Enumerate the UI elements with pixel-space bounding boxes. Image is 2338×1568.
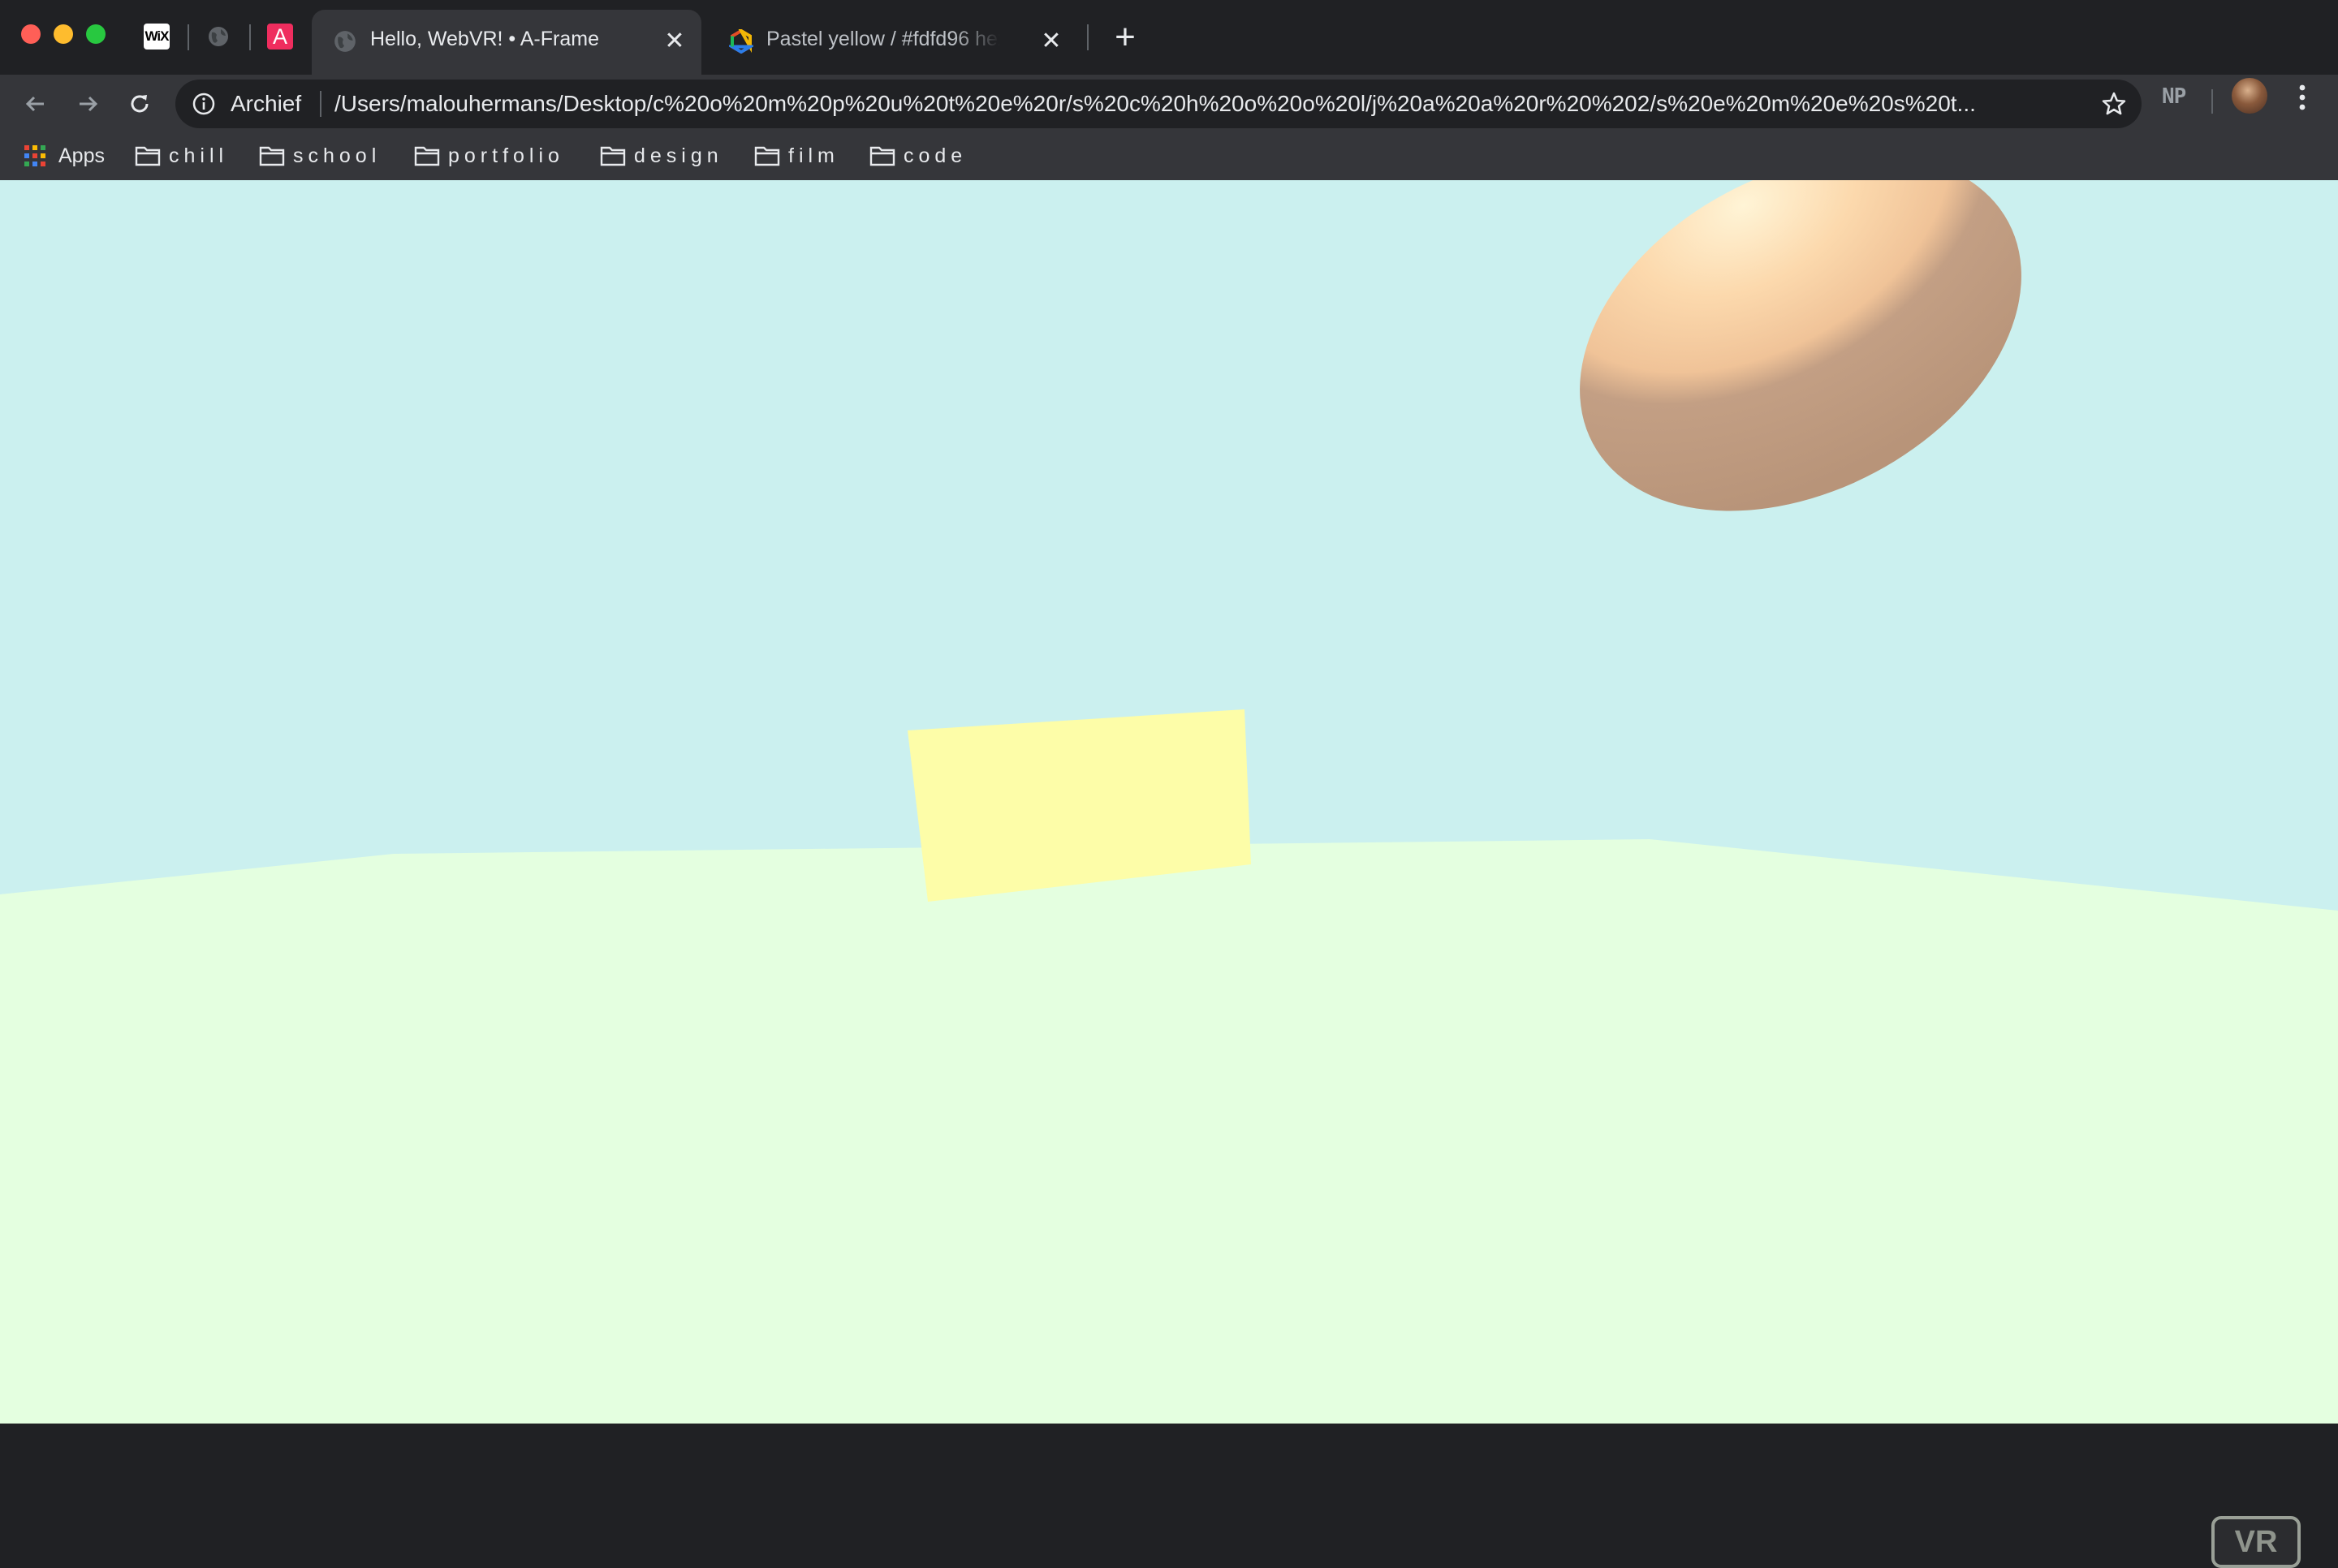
arrow-right-icon bbox=[80, 96, 98, 112]
tab-divider bbox=[188, 24, 189, 50]
bookmark-folder-film[interactable]: film bbox=[754, 140, 839, 172]
new-tab-button[interactable]: + bbox=[1109, 19, 1141, 55]
tab-divider bbox=[249, 24, 251, 50]
bookmark-folder-code[interactable]: code bbox=[869, 140, 967, 172]
pinned-tab-wix[interactable]: WiX bbox=[144, 24, 170, 50]
folder-icon bbox=[414, 146, 440, 166]
np-extension-icon[interactable]: NP bbox=[2162, 84, 2186, 109]
bookmarks-bar: Apps chill school portfolio design film … bbox=[0, 133, 2338, 180]
avatar[interactable] bbox=[2232, 78, 2267, 114]
folder-icon bbox=[600, 146, 626, 166]
folder-icon bbox=[259, 146, 285, 166]
url-text[interactable]: /Users/malouhermans/Desktop/c%20o%20m%20… bbox=[334, 91, 2078, 117]
bookmark-folder-design[interactable]: design bbox=[600, 140, 723, 172]
wix-icon: WiX bbox=[145, 28, 170, 44]
window-maximize-button[interactable] bbox=[86, 24, 106, 44]
tab-close-button[interactable]: ✕ bbox=[661, 28, 688, 55]
globe-icon bbox=[334, 31, 356, 52]
forward-button[interactable] bbox=[70, 86, 106, 122]
bookmark-apps[interactable]: Apps bbox=[24, 140, 105, 172]
bookmark-folder-portfolio[interactable]: portfolio bbox=[414, 140, 564, 172]
address-divider bbox=[320, 91, 321, 117]
toolbar: Archief /Users/malouhermans/Desktop/c%20… bbox=[0, 75, 2338, 133]
aframe-icon: A bbox=[272, 24, 287, 49]
folder-icon bbox=[754, 146, 780, 166]
ground-plane bbox=[0, 839, 2338, 1424]
bookmark-folder-school[interactable]: school bbox=[259, 140, 381, 172]
window-close-button[interactable] bbox=[21, 24, 41, 44]
bookmark-label: film bbox=[788, 144, 839, 167]
hex-color-icon bbox=[729, 29, 753, 54]
aframe-scene[interactable]: VR bbox=[0, 180, 2338, 1568]
site-chip[interactable]: Archief bbox=[231, 91, 301, 117]
folder-icon bbox=[135, 146, 161, 166]
tab-inactive[interactable]: Pastel yellow / #fdfd96 hex col ✕ bbox=[708, 10, 1078, 75]
back-button[interactable] bbox=[18, 86, 54, 122]
bookmark-label: portfolio bbox=[448, 144, 564, 167]
globe-icon bbox=[209, 27, 228, 46]
toolbar-divider bbox=[2211, 89, 2213, 114]
star-icon[interactable] bbox=[2101, 91, 2127, 117]
bookmark-label: school bbox=[293, 144, 382, 167]
tab-close-button[interactable]: ✕ bbox=[1037, 28, 1065, 55]
window-minimize-button[interactable] bbox=[54, 24, 73, 44]
pinned-tab-globe[interactable] bbox=[205, 24, 231, 50]
tab-active[interactable]: Hello, WebVR! • A-Frame ✕ bbox=[312, 10, 701, 75]
bookmark-label: chill bbox=[169, 144, 229, 167]
tab-title: Pastel yellow / #fdfd96 hex col bbox=[766, 28, 1000, 50]
arrow-left-icon bbox=[25, 96, 44, 112]
bookmark-label: code bbox=[904, 144, 968, 167]
info-icon[interactable] bbox=[192, 92, 216, 116]
more-menu-icon[interactable] bbox=[2291, 81, 2314, 114]
vr-mode-button[interactable]: VR bbox=[2211, 1516, 2301, 1568]
apps-grid-icon bbox=[24, 145, 45, 166]
reload-icon bbox=[131, 95, 149, 113]
bookmark-label: Apps bbox=[58, 144, 105, 167]
reload-button[interactable] bbox=[122, 86, 157, 122]
bookmark-folder-chill[interactable]: chill bbox=[135, 140, 228, 172]
pinned-tab-aframe[interactable]: A bbox=[267, 24, 293, 50]
tab-title: Hello, WebVR! • A-Frame bbox=[370, 28, 599, 50]
bookmark-label: design bbox=[634, 144, 723, 167]
address-bar[interactable]: Archief /Users/malouhermans/Desktop/c%20… bbox=[175, 80, 2142, 128]
tab-strip: WiX A Hello, WebVR! • A-Frame ✕ Pastel y… bbox=[0, 0, 2338, 75]
folder-icon bbox=[869, 146, 895, 166]
tab-divider bbox=[1087, 24, 1089, 50]
